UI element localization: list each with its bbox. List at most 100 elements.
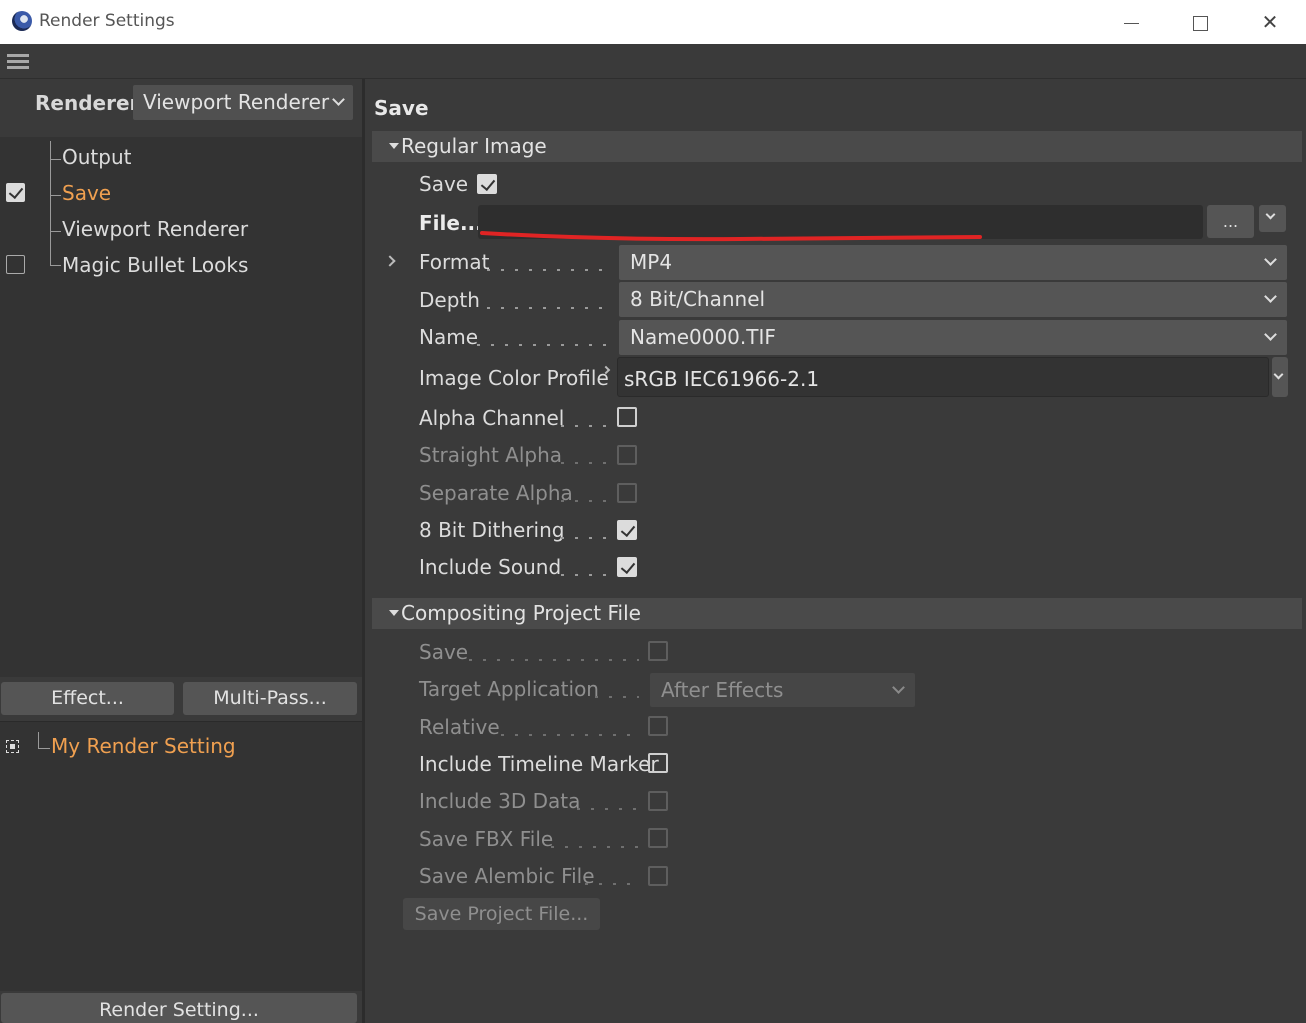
leader-dots: [561, 574, 607, 576]
close-icon: ✕: [1261, 10, 1279, 34]
left-panel: Renderer Viewport Renderer Output Save V…: [0, 79, 362, 1023]
chevron-down-icon: [1264, 290, 1277, 303]
leader-dots: [477, 344, 607, 346]
leader-dots: [585, 883, 631, 885]
leader-dots: [551, 846, 639, 848]
leader-dots: [487, 307, 607, 309]
regular-image-group-header[interactable]: Regular Image: [372, 131, 1302, 162]
chevron-down-icon: [1273, 369, 1284, 380]
red-underline-annotation: [480, 231, 982, 242]
target-application-label: Target Application: [419, 677, 599, 701]
include-sound-checkbox[interactable]: [617, 557, 637, 577]
tree-item-save[interactable]: Save: [62, 181, 111, 205]
browse-file-button[interactable]: ...: [1207, 205, 1254, 238]
leader-dots: [595, 696, 639, 698]
separate-alpha-label: Separate Alpha: [419, 481, 573, 505]
chevron-down-icon: [1264, 253, 1277, 266]
target-application-dropdown[interactable]: After Effects: [650, 673, 915, 707]
relative-checkbox[interactable]: [648, 716, 668, 736]
alpha-channel-label: Alpha Channel: [419, 406, 565, 430]
minimize-icon: [1123, 23, 1139, 24]
include-timeline-marker-label: Include Timeline Marker: [419, 752, 659, 776]
include-3d-data-checkbox[interactable]: [648, 791, 668, 811]
image-color-profile-label: Image Color Profile: [419, 366, 609, 390]
color-profile-options-button[interactable]: [1272, 357, 1288, 397]
hamburger-menu-icon[interactable]: [7, 54, 29, 70]
collapse-triangle-icon: [389, 610, 399, 616]
format-expand-icon[interactable]: [384, 255, 396, 267]
leader-dots: [561, 500, 607, 502]
tree-item-magic-bullet-looks[interactable]: Magic Bullet Looks: [62, 253, 248, 277]
save-alembic-file-label: Save Alembic File: [419, 864, 595, 888]
settings-tree: Output Save Viewport Renderer Magic Bull…: [0, 137, 362, 677]
leader-dots: [469, 659, 639, 661]
leader-dots: [501, 734, 639, 736]
compositing-group-header[interactable]: Compositing Project File: [372, 598, 1302, 629]
save-fbx-file-checkbox[interactable]: [648, 828, 668, 848]
menu-strip: [0, 44, 1306, 79]
render-settings-list: My Render Setting: [0, 721, 362, 991]
right-panel: Save Regular Image Save File... ... Form…: [365, 79, 1306, 1023]
color-profile-value: sRGB IEC61966-2.1: [624, 367, 820, 391]
leader-dots: [561, 462, 607, 464]
alpha-channel-checkbox[interactable]: [617, 407, 637, 427]
name-dropdown[interactable]: Name0000.TIF: [619, 320, 1287, 355]
render-setting-item[interactable]: My Render Setting: [51, 734, 236, 758]
include-timeline-marker-checkbox[interactable]: [648, 753, 668, 773]
chevron-down-icon: [1265, 209, 1276, 220]
depth-label: Depth: [419, 288, 480, 312]
tree-connector: [50, 195, 61, 196]
chevron-down-icon: [332, 93, 345, 106]
maximize-icon: [1192, 16, 1208, 31]
effect-button[interactable]: Effect...: [1, 682, 174, 715]
section-title: Save: [374, 96, 429, 120]
format-label: Format: [419, 250, 490, 274]
depth-dropdown[interactable]: 8 Bit/Channel: [619, 282, 1287, 317]
tree-item-viewport-renderer[interactable]: Viewport Renderer: [62, 217, 248, 241]
format-value: MP4: [630, 250, 673, 274]
tree-connector: [50, 231, 61, 232]
tree-connector: [38, 748, 50, 749]
target-application-value: After Effects: [661, 678, 784, 702]
save-project-file-button[interactable]: Save Project File...: [403, 898, 600, 930]
save-enable-checkbox[interactable]: [6, 183, 25, 202]
color-profile-field[interactable]: sRGB IEC61966-2.1: [617, 357, 1269, 397]
file-label[interactable]: File...: [419, 211, 483, 235]
leader-dots: [561, 425, 607, 427]
cinema4d-app-icon: [12, 11, 32, 31]
render-setting-button[interactable]: Render Setting...: [1, 993, 357, 1023]
minimize-button[interactable]: [1096, 0, 1166, 44]
title-bar: Render Settings ✕: [0, 0, 1306, 44]
relative-label: Relative: [419, 715, 500, 739]
tree-connector: [50, 265, 61, 266]
file-options-button[interactable]: [1259, 205, 1286, 232]
renderer-dropdown[interactable]: Viewport Renderer: [133, 85, 353, 120]
group-title: Compositing Project File: [401, 601, 641, 625]
comp-save-checkbox[interactable]: [648, 641, 668, 661]
straight-alpha-label: Straight Alpha: [419, 443, 563, 467]
maximize-button[interactable]: [1165, 0, 1235, 44]
window-title: Render Settings: [39, 11, 175, 31]
save-label: Save: [419, 172, 469, 196]
renderer-label: Renderer: [35, 91, 140, 115]
render-setting-active-icon: [6, 740, 19, 753]
group-title: Regular Image: [401, 134, 547, 158]
straight-alpha-checkbox[interactable]: [617, 445, 637, 465]
tree-item-output[interactable]: Output: [62, 145, 131, 169]
save-alembic-file-checkbox[interactable]: [648, 866, 668, 886]
comp-save-label: Save: [419, 640, 469, 664]
include-sound-label: Include Sound: [419, 555, 562, 579]
save-fbx-file-label: Save FBX File: [419, 827, 554, 851]
8bit-dithering-checkbox[interactable]: [617, 520, 637, 540]
close-button[interactable]: ✕: [1235, 0, 1305, 44]
chevron-down-icon: [1264, 328, 1277, 341]
include-3d-data-label: Include 3D Data: [419, 789, 581, 813]
magic-bullet-checkbox[interactable]: [6, 255, 25, 274]
name-value: Name0000.TIF: [630, 325, 776, 349]
leader-dots: [487, 269, 607, 271]
format-dropdown[interactable]: MP4: [619, 245, 1287, 280]
tree-connector: [38, 732, 39, 748]
save-checkbox[interactable]: [477, 174, 497, 194]
multi-pass-button[interactable]: Multi-Pass...: [183, 682, 357, 715]
separate-alpha-checkbox[interactable]: [617, 483, 637, 503]
